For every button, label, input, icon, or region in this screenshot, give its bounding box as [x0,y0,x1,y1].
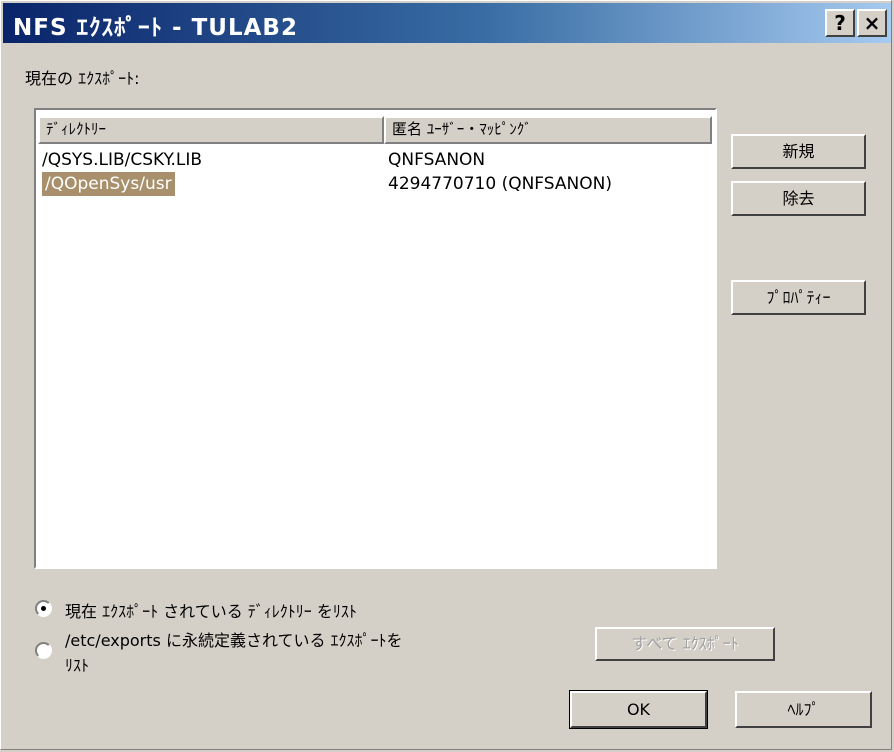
help-icon[interactable]: ? [825,9,855,37]
directory-cell: /QOpenSys/usr [42,172,175,196]
help-button[interactable]: ﾍﾙﾌﾟ [735,691,872,728]
current-exports-label: 現在の ｴｸｽﾎﾟｰﾄ: [25,69,140,88]
mapping-cell: 4294770710 (QNFSANON) [388,174,612,194]
mapping-cell: QNFSANON [388,150,486,170]
directory-cell: /QSYS.LIB/CSKY.LIB [42,150,203,170]
radio-current-exports[interactable] [35,600,52,617]
radio-persistent-exports-label-line2: ﾘｽﾄ [65,656,90,675]
export-all-button[interactable]: すべて ｴｸｽﾎﾟｰﾄ [595,627,775,661]
radio-current-exports-label: 現在 ｴｸｽﾎﾟｰﾄ されている ﾃﾞｨﾚｸﾄﾘｰ をﾘｽﾄ [65,602,357,621]
new-button[interactable]: 新規 [731,134,866,169]
title-bar[interactable]: NFS ｴｸｽﾎﾟｰﾄ - TULAB2 ? × [3,3,891,43]
column-header-anonymous-mapping[interactable]: 匿名 ﾕｰｻﾞｰ・ﾏｯﾋﾟﾝｸﾞ [384,116,712,144]
table-row-selected[interactable]: /QOpenSys/usr 4294770710 (QNFSANON) [42,172,712,196]
radio-persistent-exports-label-line1: /etc/exports に永続定義されている ｴｸｽﾎﾟｰﾄを [65,631,403,650]
remove-button[interactable]: 除去 [731,181,866,216]
exports-list[interactable]: ﾃﾞｨﾚｸﾄﾘｰ 匿名 ﾕｰｻﾞｰ・ﾏｯﾋﾟﾝｸﾞ /QSYS.LIB/CSKY… [34,108,717,569]
radio-persistent-exports[interactable] [35,642,52,659]
properties-button[interactable]: ﾌﾟﾛﾊﾟﾃｨｰ [731,280,866,315]
close-icon[interactable]: × [857,9,887,37]
column-header-directory[interactable]: ﾃﾞｨﾚｸﾄﾘｰ [38,116,384,144]
radio-checked-dot [41,606,46,611]
table-row[interactable]: /QSYS.LIB/CSKY.LIB QNFSANON [42,148,712,172]
window-title: NFS ｴｸｽﾎﾟｰﾄ - TULAB2 [13,15,298,41]
ok-button[interactable]: OK [569,690,708,729]
nfs-exports-dialog: NFS ｴｸｽﾎﾟｰﾄ - TULAB2 ? × 現在の ｴｸｽﾎﾟｰﾄ: ﾃﾞ… [0,0,892,750]
